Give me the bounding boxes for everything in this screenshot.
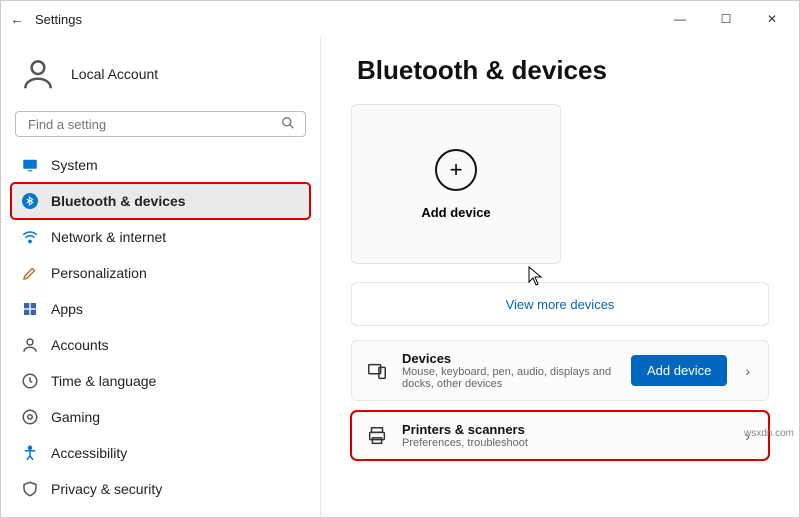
chevron-right-icon: › [741, 363, 754, 379]
nav-label: Accounts [51, 337, 109, 353]
search-input[interactable] [26, 116, 281, 133]
row-title: Devices [402, 351, 617, 366]
account-name: Local Account [71, 66, 158, 82]
sidebar-item-accessibility[interactable]: Accessibility [11, 435, 310, 471]
wifi-icon [21, 228, 39, 246]
sidebar-item-gaming[interactable]: Gaming [11, 399, 310, 435]
sidebar-item-apps[interactable]: Apps [11, 291, 310, 327]
search-icon [281, 116, 295, 133]
close-button[interactable]: ✕ [749, 1, 795, 37]
printer-icon [366, 425, 388, 447]
nav-label: Privacy & security [51, 481, 162, 497]
sidebar-item-network[interactable]: Network & internet [11, 219, 310, 255]
bluetooth-icon [21, 192, 39, 210]
sidebar-item-time-language[interactable]: Time & language [11, 363, 310, 399]
accessibility-icon [21, 444, 39, 462]
page-title: Bluetooth & devices [357, 55, 769, 86]
maximize-button[interactable]: ☐ [703, 1, 749, 37]
clock-icon [21, 372, 39, 390]
sidebar-item-privacy[interactable]: Privacy & security [11, 471, 310, 507]
add-device-tile[interactable]: + Add device [351, 104, 561, 264]
nav-label: System [51, 157, 98, 173]
devices-row[interactable]: Devices Mouse, keyboard, pen, audio, dis… [351, 340, 769, 401]
add-device-label: Add device [421, 205, 490, 220]
shield-icon [21, 480, 39, 498]
view-more-devices-link[interactable]: View more devices [351, 282, 769, 326]
sidebar-item-bluetooth-devices[interactable]: Bluetooth & devices [11, 183, 310, 219]
window-title: Settings [35, 12, 82, 27]
add-device-button[interactable]: Add device [631, 355, 727, 386]
nav-label: Apps [51, 301, 83, 317]
sidebar-item-personalization[interactable]: Personalization [11, 255, 310, 291]
row-title: Printers & scanners [402, 422, 727, 437]
devices-icon [366, 360, 388, 382]
main-content: Bluetooth & devices + Add device View mo… [321, 37, 799, 517]
system-icon [21, 156, 39, 174]
sidebar-item-system[interactable]: System [11, 147, 310, 183]
gaming-icon [21, 408, 39, 426]
avatar-icon [19, 55, 57, 93]
nav-label: Personalization [51, 265, 147, 281]
back-button[interactable]: ← [5, 11, 29, 27]
apps-icon [21, 300, 39, 318]
accounts-icon [21, 336, 39, 354]
brush-icon [21, 264, 39, 282]
nav-label: Bluetooth & devices [51, 193, 186, 209]
nav-list: System Bluetooth & devices Network & int… [11, 147, 310, 507]
nav-label: Accessibility [51, 445, 127, 461]
sidebar: Local Account System Bluetooth & devices [1, 37, 321, 517]
minimize-button[interactable]: — [657, 1, 703, 37]
sidebar-item-accounts[interactable]: Accounts [11, 327, 310, 363]
nav-label: Time & language [51, 373, 156, 389]
watermark: wsxdn.com [744, 428, 794, 439]
nav-label: Gaming [51, 409, 100, 425]
plus-icon: + [435, 149, 477, 191]
account-header[interactable]: Local Account [11, 41, 310, 111]
row-subtitle: Preferences, troubleshoot [402, 437, 727, 449]
printers-scanners-row[interactable]: Printers & scanners Preferences, trouble… [351, 411, 769, 460]
row-subtitle: Mouse, keyboard, pen, audio, displays an… [402, 366, 617, 390]
search-box[interactable] [15, 111, 306, 137]
nav-label: Network & internet [51, 229, 166, 245]
titlebar: ← Settings — ☐ ✕ [1, 1, 799, 37]
